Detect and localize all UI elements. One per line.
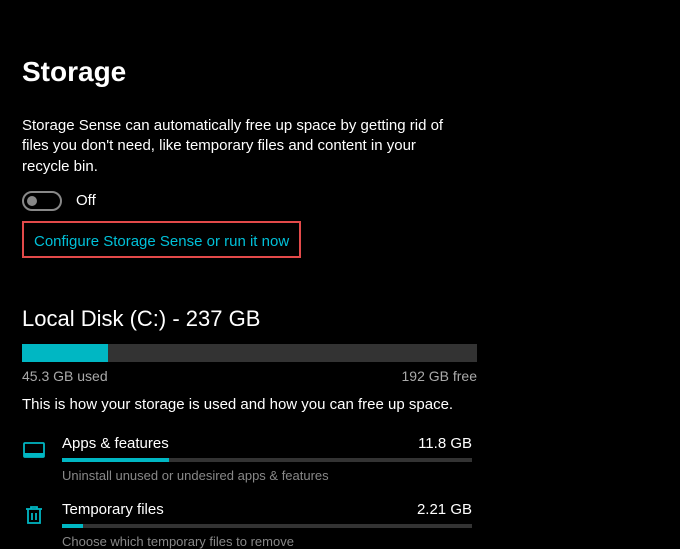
disk-usage-bar — [22, 344, 477, 362]
item-hint: Uninstall unused or undesired apps & fea… — [62, 468, 472, 483]
disk-free-label: 192 GB free — [402, 368, 478, 384]
storage-sense-toggle[interactable] — [22, 191, 62, 211]
highlight-annotation: Configure Storage Sense or run it now — [22, 221, 301, 258]
storage-item-temporary[interactable]: Temporary files 2.21 GB Choose which tem… — [22, 501, 658, 549]
storage-sense-description: Storage Sense can automatically free up … — [22, 116, 452, 177]
page-title: Storage — [22, 56, 658, 88]
toggle-knob — [27, 196, 37, 206]
item-usage-bar-fill — [62, 524, 83, 528]
disk-heading: Local Disk (C:) - 237 GB — [22, 306, 658, 332]
item-usage-bar-fill — [62, 458, 169, 462]
item-size: 11.8 GB — [418, 435, 472, 452]
item-size: 2.21 GB — [417, 501, 472, 518]
item-usage-bar — [62, 458, 472, 462]
trash-icon — [22, 503, 46, 527]
item-hint: Choose which temporary files to remove — [62, 534, 472, 549]
apps-icon — [22, 437, 46, 461]
toggle-state-label: Off — [76, 192, 96, 209]
item-usage-bar — [62, 524, 472, 528]
storage-explain-text: This is how your storage is used and how… — [22, 396, 658, 413]
configure-storage-sense-link[interactable]: Configure Storage Sense or run it now — [34, 233, 289, 250]
disk-used-label: 45.3 GB used — [22, 368, 108, 384]
disk-usage-bar-fill — [22, 344, 108, 362]
item-name: Temporary files — [62, 501, 164, 518]
item-name: Apps & features — [62, 435, 169, 452]
storage-item-apps[interactable]: Apps & features 11.8 GB Uninstall unused… — [22, 435, 658, 483]
